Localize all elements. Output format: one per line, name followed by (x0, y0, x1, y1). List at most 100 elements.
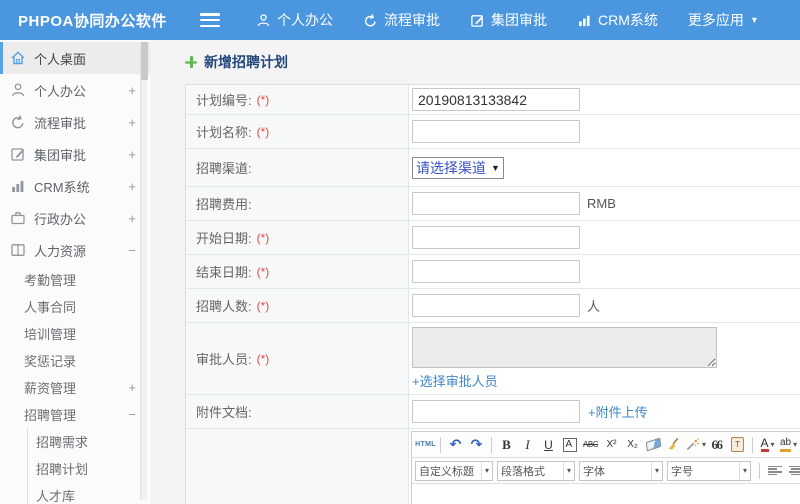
book-icon (10, 242, 26, 258)
undo-icon[interactable]: ↶ (445, 435, 466, 455)
collapse-minus-icon[interactable]: − (128, 243, 136, 258)
highlight-color-button[interactable]: ab ▾ (778, 435, 799, 455)
sidebar-item-recruit-plan[interactable]: 招聘计划 (28, 455, 150, 482)
sidebar-item-salary[interactable]: 薪资管理 + (0, 374, 150, 401)
recruitment-plan-form: 计划编号: (*) 计划名称: (*) (185, 84, 800, 504)
end-date-input[interactable] (412, 260, 580, 283)
form-row-attachment: 附件文档: +附件上传 (186, 395, 800, 429)
headcount-input[interactable] (412, 294, 580, 317)
start-date-input[interactable] (412, 226, 580, 249)
menu-icon[interactable] (200, 13, 220, 27)
sidebar-item-personal-desktop[interactable]: 个人桌面 (0, 42, 150, 74)
border-text-button[interactable]: A (562, 437, 577, 452)
nav-personal-office[interactable]: 个人办公 (256, 10, 333, 30)
select-caret-icon: ▾ (738, 461, 747, 480)
bold-button[interactable]: B (496, 435, 517, 455)
expand-plus-icon[interactable]: + (128, 147, 136, 162)
expand-plus-icon[interactable]: + (128, 380, 136, 395)
required-mark: (*) (256, 92, 270, 107)
italic-button[interactable]: I (517, 435, 538, 455)
eraser-icon[interactable] (643, 435, 664, 455)
plus-icon (185, 56, 197, 68)
sidebar-item-personal-office[interactable]: 个人办公 + (0, 74, 150, 106)
form-row-end-date: 结束日期: (*) (186, 255, 800, 289)
plan-name-input[interactable] (412, 120, 580, 143)
font-color-button[interactable]: A ▾ (757, 435, 778, 455)
undo-arrow-icon (363, 13, 378, 28)
bar-chart-icon (577, 13, 592, 28)
editor-content-area[interactable] (412, 484, 800, 504)
html-source-button[interactable]: HTML (415, 435, 436, 455)
sidebar-item-training[interactable]: 培训管理 (0, 320, 150, 347)
font-family-select[interactable]: 字体 ▾ (579, 460, 663, 481)
align-left-icon[interactable] (764, 461, 785, 481)
sidebar-item-group-approval[interactable]: 集团审批 + (0, 138, 150, 170)
redo-icon[interactable]: ↷ (466, 435, 487, 455)
sidebar-item-admin-office[interactable]: 行政办公 + (0, 202, 150, 234)
expand-plus-icon[interactable]: + (128, 115, 136, 130)
expand-plus-icon[interactable]: + (128, 211, 136, 226)
required-mark: (*) (256, 351, 270, 366)
sidebar-item-recruit-demand[interactable]: 招聘需求 (28, 428, 150, 455)
approver-textarea[interactable] (412, 327, 717, 368)
align-center-icon[interactable] (785, 461, 800, 481)
scrollbar-thumb[interactable] (141, 42, 148, 80)
field-label: 开始日期: (196, 231, 252, 246)
strikethrough-button[interactable]: ABC (580, 435, 601, 455)
sidebar-item-workflow-approval[interactable]: 流程审批 + (0, 106, 150, 138)
undo-arrow-icon (10, 114, 26, 130)
field-label: 结束日期: (196, 265, 252, 280)
field-label: 审批人员: (196, 352, 252, 367)
form-row-start-date: 开始日期: (*) (186, 221, 800, 255)
hr-submenu: 考勤管理 人事合同 培训管理 奖惩记录 薪资管理 + 招聘管理 − 招聘需求 招聘计… (0, 266, 150, 504)
channel-select[interactable]: 请选择渠道 ▼ (412, 156, 504, 179)
magic-wand-icon[interactable]: ▾ (685, 435, 706, 455)
main-content: 新增招聘计划 计划编号: (*) 计划名称: (*) (150, 40, 800, 504)
bar-chart-icon (10, 178, 26, 194)
form-row-plan-name: 计划名称: (*) (186, 115, 800, 149)
sidebar-item-rewards[interactable]: 奖惩记录 (0, 347, 150, 374)
top-bar: PHPOA协同办公软件 个人办公 流程审批 集团审批 CRM系统 更多应用 ▾ (0, 0, 800, 40)
form-row-plan-no: 计划编号: (*) (186, 85, 800, 115)
expand-plus-icon[interactable]: + (128, 83, 136, 98)
sidebar-item-crm-system[interactable]: CRM系统 + (0, 170, 150, 202)
format-brush-icon[interactable] (664, 435, 685, 455)
fee-input[interactable] (412, 192, 580, 215)
attachment-input[interactable] (412, 400, 580, 423)
collapse-minus-icon[interactable]: − (128, 407, 136, 422)
sidebar-item-hr[interactable]: 人力资源 − (0, 234, 150, 266)
edit-icon (470, 13, 485, 28)
subscript-button[interactable]: X₂ (622, 435, 643, 455)
plan-no-input[interactable] (412, 88, 580, 111)
superscript-button[interactable]: X² (601, 435, 622, 455)
form-row-channel: 招聘渠道: 请选择渠道 ▼ (186, 149, 800, 187)
attachment-upload-link[interactable]: +附件上传 (588, 402, 648, 421)
sidebar: 个人桌面 个人办公 + 流程审批 + 集团审批 + CRM系统 + 行政办公 +… (0, 40, 150, 504)
user-icon (10, 82, 26, 98)
sidebar-item-hr-contract[interactable]: 人事合同 (0, 293, 150, 320)
nav-more-apps[interactable]: 更多应用 ▾ (688, 10, 757, 30)
sidebar-scrollbar[interactable] (140, 42, 148, 500)
field-label: 附件文档: (196, 405, 252, 420)
user-icon (256, 13, 271, 28)
nav-group-approval[interactable]: 集团审批 (470, 10, 547, 30)
expand-plus-icon[interactable]: + (128, 179, 136, 194)
sidebar-item-talent-pool[interactable]: 人才库 (28, 482, 150, 504)
sidebar-item-recruitment[interactable]: 招聘管理 − (0, 401, 150, 428)
paragraph-format-select[interactable]: 段落格式 ▾ (497, 460, 575, 481)
home-icon (10, 50, 26, 66)
select-approver-link[interactable]: +选择审批人员 (412, 371, 498, 390)
underline-button[interactable]: U (538, 435, 559, 455)
form-row-editor: HTML ↶ ↷ B I U A ABC X² X₂ ▾ 66 T A ▾ ab… (186, 429, 800, 504)
field-label: 招聘费用: (196, 197, 252, 212)
font-size-select[interactable]: 字号 ▾ (667, 460, 751, 481)
edit-icon (10, 146, 26, 162)
form-row-approver: 审批人员: (*) +选择审批人员 (186, 323, 800, 395)
required-mark: (*) (256, 298, 270, 313)
custom-heading-select[interactable]: 自定义标题 ▾ (415, 460, 493, 481)
nav-workflow-approval[interactable]: 流程审批 (363, 10, 440, 30)
sidebar-item-attendance[interactable]: 考勤管理 (0, 266, 150, 293)
blockquote-button[interactable]: 66 (706, 435, 727, 455)
nav-crm-system[interactable]: CRM系统 (577, 10, 658, 30)
paste-as-text-icon[interactable]: T (727, 435, 748, 455)
